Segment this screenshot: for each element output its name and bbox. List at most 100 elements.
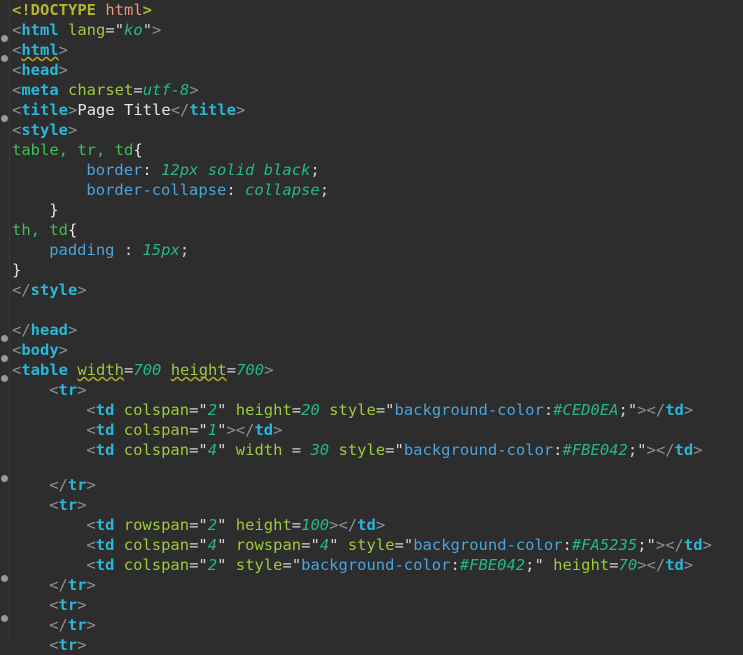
code-line[interactable]: <meta charset=utf-8>: [12, 80, 199, 100]
code-token: >: [77, 281, 87, 299]
code-line[interactable]: padding : 15px;: [49, 240, 189, 260]
code-line[interactable]: table, tr, td{: [12, 140, 143, 160]
code-token: td: [95, 536, 115, 554]
code-line[interactable]: <tr>: [49, 380, 86, 400]
code-token: :: [543, 401, 554, 419]
code-token: <: [49, 381, 59, 399]
code-line[interactable]: <html lang="ko">: [12, 20, 161, 40]
code-token: 700: [133, 361, 162, 379]
code-line[interactable]: </head>: [12, 320, 77, 340]
code-line[interactable]: <td colspan="2" style="background-color:…: [86, 555, 693, 575]
code-token: style: [347, 536, 395, 554]
code-line[interactable]: </style>: [12, 280, 87, 300]
code-line[interactable]: <td rowspan="2" height=100></td>: [86, 515, 385, 535]
code-token: >: [58, 61, 69, 79]
code-line[interactable]: </tr>: [49, 575, 96, 595]
code-token: :: [450, 556, 460, 574]
code-token: head: [30, 321, 68, 339]
code-token: >: [77, 496, 87, 514]
code-line[interactable]: <tr>: [49, 495, 86, 515]
code-token: >: [86, 616, 96, 634]
code-token: background-color: [301, 556, 451, 574]
code-line[interactable]: <body>: [12, 340, 68, 360]
code-token: >: [375, 516, 386, 534]
code-text-area[interactable]: <!DOCTYPE html> <html lang="ko"> <html> <he…: [0, 0, 743, 654]
code-token: >: [637, 401, 647, 419]
code-token: 30: [310, 441, 330, 459]
code-line[interactable]: <td colspan="4" rowspan="4" style="backg…: [86, 535, 712, 555]
code-token: tr: [58, 381, 78, 399]
code-token: >: [152, 21, 162, 39]
code-line[interactable]: }: [49, 200, 58, 220]
code-editor[interactable]: <!DOCTYPE html> <html lang="ko"> <html> <he…: [0, 0, 743, 654]
code-token: title: [21, 101, 69, 119]
code-token: background-color: [394, 401, 544, 419]
code-token: height: [553, 556, 610, 574]
code-token: 1: [207, 421, 218, 439]
code-token: =: [609, 556, 619, 574]
code-token: ": [198, 421, 208, 439]
code-token: utf-8: [142, 81, 190, 99]
code-token: 15px: [142, 241, 180, 259]
code-token: ": [142, 21, 153, 39]
code-line[interactable]: <!DOCTYPE html>: [12, 0, 152, 20]
code-token: title: [189, 101, 237, 119]
code-token: >: [189, 81, 199, 99]
code-token: ": [394, 441, 404, 459]
code-token: <: [86, 556, 96, 574]
code-line[interactable]: </tr>: [49, 615, 96, 635]
code-token: </: [646, 556, 666, 574]
code-token: collapse: [245, 181, 320, 199]
code-line[interactable]: <tr>: [49, 595, 86, 615]
code-line[interactable]: <td colspan="2" height=20 style="backgro…: [86, 400, 693, 420]
code-token: border-collapse: [86, 181, 227, 199]
code-token: =: [375, 401, 386, 419]
code-line[interactable]: <td colspan="1"></td>: [86, 420, 282, 440]
code-token: </: [49, 476, 68, 494]
code-token: tr: [67, 616, 87, 634]
code-token: colspan: [123, 536, 190, 554]
code-token: 2: [207, 401, 218, 419]
code-token: html: [105, 1, 143, 19]
code-line[interactable]: <head>: [12, 60, 68, 80]
code-token: =: [291, 516, 302, 534]
code-token: td: [254, 421, 274, 439]
code-token: ;: [627, 441, 638, 459]
code-token: td: [95, 401, 115, 419]
code-line[interactable]: <td colspan="4" width = 30 style="backgr…: [86, 440, 702, 460]
code-token: rowspan: [235, 536, 302, 554]
code-token: ;: [179, 241, 190, 259]
code-token: ": [637, 441, 647, 459]
code-token: {: [68, 221, 78, 239]
code-token: ": [534, 556, 544, 574]
code-token: html: [21, 41, 59, 59]
code-token: =: [282, 556, 292, 574]
code-token: <: [12, 121, 22, 139]
code-line[interactable]: }: [12, 260, 21, 280]
code-line[interactable]: <html>: [12, 40, 68, 60]
code-token: width: [77, 361, 125, 379]
code-token: ": [403, 536, 414, 554]
code-line[interactable]: border-collapse: collapse;: [86, 180, 329, 200]
code-line[interactable]: <title>Page Title</title>: [12, 100, 245, 120]
code-token: td: [95, 556, 115, 574]
code-line[interactable]: <style>: [12, 120, 77, 140]
code-line[interactable]: </tr>: [49, 475, 96, 495]
code-token: >: [68, 321, 78, 339]
code-token: style: [329, 401, 376, 419]
code-line[interactable]: th, td{: [12, 220, 77, 240]
code-token: <: [12, 361, 22, 379]
code-token: ko: [124, 21, 143, 39]
code-token: =: [105, 21, 115, 39]
code-line[interactable]: border: 12px solid black;: [86, 160, 319, 180]
code-token: <: [12, 81, 22, 99]
code-token: {: [133, 141, 143, 159]
code-token: >: [693, 441, 703, 459]
code-line[interactable]: <table width=700 height=700>: [12, 360, 273, 380]
code-line[interactable]: <tr>: [49, 635, 86, 655]
